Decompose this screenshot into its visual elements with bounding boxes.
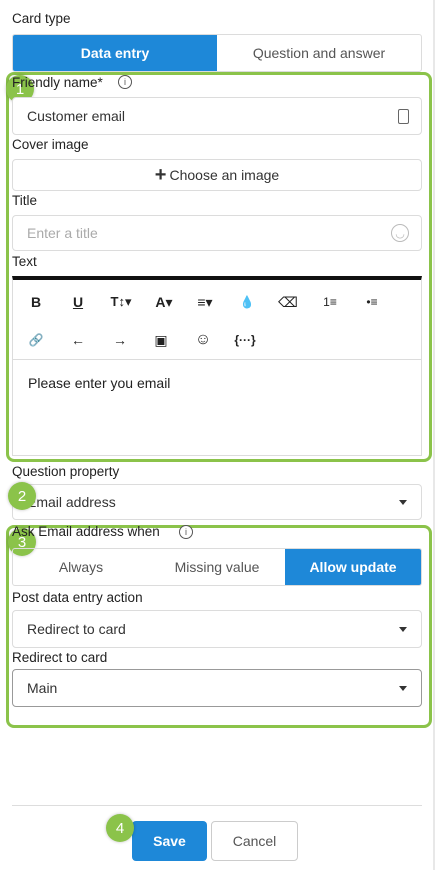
choose-image-button[interactable]: + Choose an image [12, 159, 422, 191]
tab-data-entry[interactable]: Data entry [13, 35, 217, 71]
cancel-button[interactable]: Cancel [211, 821, 298, 861]
question-property-select[interactable]: Email address [12, 484, 422, 520]
text-label: Text [12, 254, 37, 269]
bullet-list-icon[interactable]: •≡ [360, 290, 384, 314]
info-icon[interactable]: i [179, 525, 193, 539]
ask-when-toggle: Always Missing value Allow update [12, 548, 422, 586]
step-badge-4: 4 [106, 814, 134, 842]
option-allow-update[interactable]: Allow update [285, 549, 421, 585]
highlight-icon[interactable]: 💧 [235, 290, 259, 314]
emoji-icon[interactable]: ◡ [391, 224, 409, 242]
link-icon[interactable]: 🔗 [24, 328, 48, 352]
variable-icon[interactable]: {···} [228, 328, 262, 352]
editor-toolbar: B U T↕▾ A▾ ≡▾ 💧 ⌫ 1≡ •≡ 🔗 ← → ▣ ☺ {···} [13, 280, 421, 360]
editor-content[interactable]: Please enter you email [28, 375, 170, 391]
redo-icon[interactable]: → [108, 328, 132, 352]
bold-icon[interactable]: B [24, 290, 48, 314]
undo-icon[interactable]: ← [66, 328, 90, 352]
redirect-value: Main [27, 680, 58, 696]
chevron-down-icon [399, 500, 407, 505]
option-missing-value[interactable]: Missing value [149, 549, 285, 585]
save-button[interactable]: Save [132, 821, 207, 861]
scrollbar-track[interactable] [433, 0, 435, 870]
redirect-select[interactable]: Main [12, 669, 422, 707]
choose-image-label: Choose an image [169, 167, 280, 183]
ordered-list-icon[interactable]: 1≡ [318, 290, 342, 314]
friendly-name-label: Friendly name* [12, 75, 103, 90]
footer-divider [12, 805, 422, 806]
info-icon[interactable]: i [118, 75, 132, 89]
underline-icon[interactable]: U [66, 290, 90, 314]
title-label: Title [12, 193, 38, 208]
question-property-value: Email address [27, 494, 116, 510]
friendly-name-input[interactable]: Customer email [12, 97, 422, 135]
post-action-label: Post data entry action [12, 590, 143, 605]
question-property-label: Question property [12, 464, 120, 479]
chevron-down-icon [399, 686, 407, 691]
card-type-toggle: Data entry Question and answer [12, 34, 422, 72]
plus-icon: + [154, 164, 167, 186]
font-color-icon[interactable]: A▾ [149, 290, 179, 314]
emoji-icon[interactable]: ☺ [191, 328, 215, 352]
post-action-value: Redirect to card [27, 621, 126, 637]
friendly-name-value: Customer email [27, 108, 126, 124]
title-placeholder: Enter a title [27, 225, 98, 241]
id-card-icon[interactable] [398, 109, 409, 124]
card-type-label: Card type [12, 11, 71, 26]
ask-when-label: Ask Email address when [12, 524, 160, 539]
redirect-label: Redirect to card [12, 650, 108, 665]
eraser-icon[interactable]: ⌫ [276, 290, 300, 314]
post-action-select[interactable]: Redirect to card [12, 610, 422, 648]
option-always[interactable]: Always [13, 549, 149, 585]
rich-text-editor: B U T↕▾ A▾ ≡▾ 💧 ⌫ 1≡ •≡ 🔗 ← → ▣ ☺ {···} … [12, 276, 422, 456]
tab-question-and-answer[interactable]: Question and answer [217, 35, 421, 71]
image-icon[interactable]: ▣ [149, 328, 173, 352]
align-icon[interactable]: ≡▾ [190, 290, 220, 314]
title-input[interactable]: Enter a title ◡ [12, 215, 422, 251]
step-badge-2: 2 [8, 482, 36, 510]
cover-image-label: Cover image [12, 137, 89, 152]
chevron-down-icon [399, 627, 407, 632]
text-size-icon[interactable]: T↕▾ [105, 290, 137, 314]
